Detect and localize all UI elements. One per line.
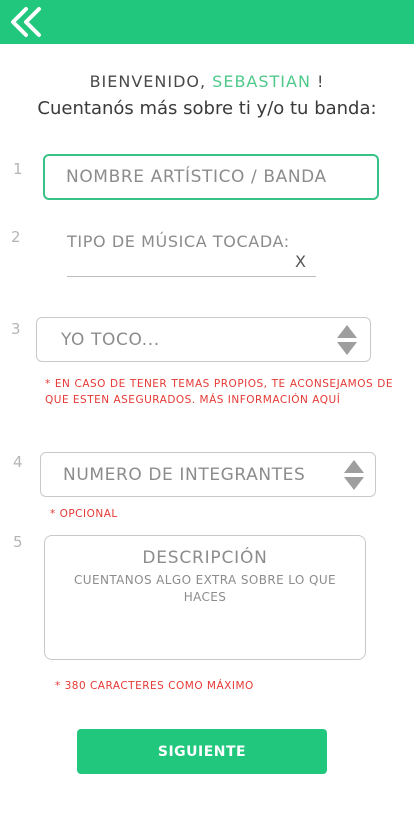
double-chevron-left-icon[interactable] (8, 6, 48, 38)
instrument-select-value: YO TOCO... (61, 329, 160, 350)
instrument-note: * EN CASO DE TENER TEMAS PROPIOS, TE ACO… (45, 378, 393, 406)
description-placeholder: CUENTANOS ALGO EXTRA SOBRE LO QUE HACES (74, 573, 336, 604)
up-down-arrows-icon (344, 459, 364, 490)
description-note: * 380 CARACTERES COMO MÁXIMO (55, 680, 254, 692)
welcome-greeting: BIENVENIDO, (89, 72, 207, 91)
members-note: * OPCIONAL (50, 508, 118, 520)
music-type-label: TIPO DE MÚSICA TOCADA: (67, 232, 290, 251)
next-button[interactable]: SIGUIENTE (77, 729, 327, 774)
artist-name-placeholder: NOMBRE ARTÍSTICO / BANDA (66, 167, 327, 187)
music-type-input[interactable]: TIPO DE MÚSICA TOCADA: X (67, 228, 316, 277)
step-number-3: 3 (11, 320, 21, 338)
step-number-2: 2 (11, 228, 21, 246)
instrument-select[interactable]: YO TOCO... (36, 317, 371, 362)
welcome-heading: BIENVENIDO, SEBASTIAN ! (0, 72, 414, 91)
members-count-select[interactable]: NUMERO DE INTEGRANTES (40, 452, 376, 497)
user-name: SEBASTIAN (212, 72, 311, 91)
step-number-4: 4 (13, 453, 23, 471)
welcome-subtitle: Cuentanós más sobre ti y/o tu banda: (37, 98, 377, 119)
artist-name-input[interactable]: NOMBRE ARTÍSTICO / BANDA (43, 154, 379, 200)
profile-setup-screen: BIENVENIDO, SEBASTIAN ! Cuentanós más so… (0, 0, 414, 840)
step-number-5: 5 (13, 533, 23, 551)
top-bar (0, 0, 414, 44)
members-count-value: NUMERO DE INTEGRANTES (63, 464, 306, 485)
welcome-exclamation: ! (317, 72, 325, 91)
up-down-arrows-icon (337, 324, 357, 355)
description-textarea[interactable]: DESCRIPCIÓN CUENTANOS ALGO EXTRA SOBRE L… (44, 535, 366, 660)
description-title: DESCRIPCIÓN (142, 548, 268, 568)
step-number-1: 1 (13, 160, 23, 178)
clear-music-type-button[interactable]: X (295, 252, 306, 271)
